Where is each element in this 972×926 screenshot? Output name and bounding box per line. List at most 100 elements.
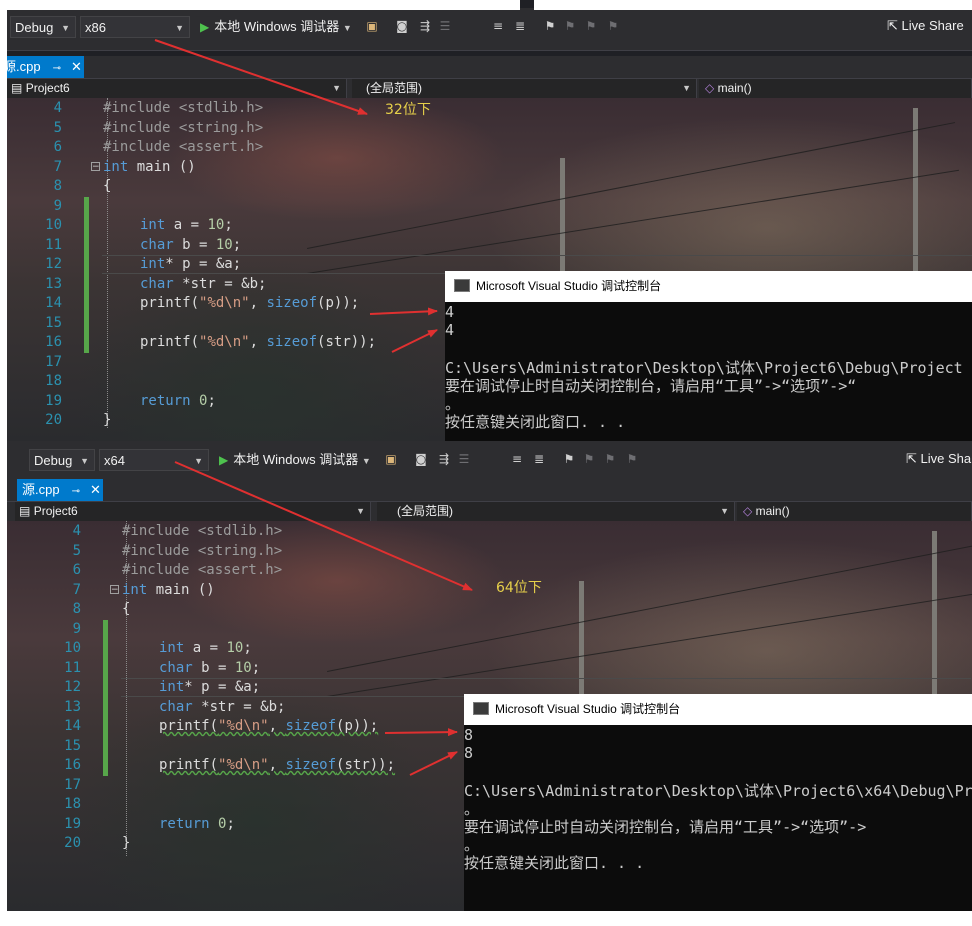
keyword: sizeof [285, 757, 337, 773]
line-number: 20 [64, 835, 81, 851]
tab-label: 源.cpp [22, 482, 60, 497]
config-select[interactable]: Debug ▼ [10, 16, 76, 38]
code-line: printf("%d\n", sizeof(str)); [140, 334, 376, 350]
step-icon[interactable]: ⇶ [437, 452, 451, 466]
step-icon[interactable]: ⇶ [418, 19, 432, 33]
console-line: 按任意键关闭此窗口. . . [445, 413, 626, 431]
line-number: 10 [45, 217, 62, 233]
line-number: 14 [64, 718, 81, 734]
bookmark-next-icon[interactable]: ⚑ [603, 452, 617, 466]
scope-dropdown[interactable]: (全局范围) ▼ [352, 79, 697, 98]
pin-icon[interactable]: ⊸ [53, 63, 61, 74]
toolbar: Debug ▼ x64 ▼ ▶ 本地 Windows 调试器 ▼ ▣ ◙ ⇶ ☰ ≡ … [7, 441, 972, 484]
code-line: } [122, 835, 131, 851]
screen-edge [7, 0, 520, 10]
indent-icon[interactable]: ☰ [438, 19, 452, 33]
config-value: Debug [15, 20, 54, 35]
code-text: (str)); [336, 757, 396, 773]
debug-console-window[interactable]: Microsoft Visual Studio 调试控制台 8 8 C:\Use… [464, 694, 972, 911]
line-number: 12 [64, 679, 81, 695]
bookmark-prev-icon[interactable]: ⚑ [582, 452, 596, 466]
code-text: ; [226, 816, 235, 832]
code-text: printf( [159, 757, 219, 773]
line-number: 15 [64, 738, 81, 754]
scope-dropdown[interactable]: (全局范围) ▼ [377, 502, 735, 521]
tab-source-file[interactable]: 源.cpp ⊸ ✕ [7, 56, 84, 78]
bookmark-icon[interactable]: ⚑ [543, 19, 557, 33]
code-line: return 0; [140, 393, 216, 409]
keyword: sizeof [266, 295, 318, 311]
platform-select[interactable]: x64 ▼ [99, 449, 209, 471]
code-line: #include <assert.h> [103, 139, 264, 155]
function-dropdown[interactable]: ◇ main() [737, 502, 972, 521]
project-dropdown[interactable]: ▤ Project6 ▼ [15, 502, 371, 521]
comment-icon[interactable]: ≡ [510, 452, 524, 466]
uncomment-icon[interactable]: ≣ [532, 452, 546, 466]
close-icon[interactable]: ✕ [71, 59, 82, 74]
camera-icon[interactable]: ◙ [395, 19, 409, 33]
start-debugging-button[interactable]: ▶ 本地 Windows 调试器 ▼ [219, 450, 371, 470]
annotation-label: 32位下 [385, 102, 431, 118]
close-icon[interactable]: ✕ [90, 482, 101, 497]
project-dropdown[interactable]: ▤ Project6 ▼ [7, 79, 347, 98]
string-literal: "%d\n" [199, 334, 250, 350]
folder-icon[interactable]: ▣ [365, 19, 379, 33]
line-number: 6 [72, 562, 81, 578]
line-number: 16 [64, 757, 81, 773]
bookmark-clear-icon[interactable]: ⚑ [606, 19, 620, 33]
console-titlebar[interactable]: Microsoft Visual Studio 调试控制台 [445, 271, 972, 302]
indent-icon[interactable]: ☰ [457, 452, 471, 466]
console-title: Microsoft Visual Studio 调试控制台 [495, 702, 681, 716]
bookmark-prev-icon[interactable]: ⚑ [563, 19, 577, 33]
uncomment-icon[interactable]: ≣ [513, 19, 527, 33]
chevron-down-icon: ▼ [361, 456, 371, 466]
code-text: *str = &b; [173, 276, 267, 292]
debug-console-window[interactable]: Microsoft Visual Studio 调试控制台 4 4 C:\Use… [445, 271, 972, 441]
camera-icon[interactable]: ◙ [414, 452, 428, 466]
bookmark-icon[interactable]: ⚑ [562, 452, 576, 466]
console-line: 要在调试停止时自动关闭控制台，请启用“工具”->“选项”->“ [445, 377, 857, 395]
live-share-button[interactable]: ⇱ Live Shar [906, 451, 972, 467]
chevron-down-icon: ▼ [61, 23, 70, 33]
collapse-icon[interactable]: − [110, 585, 119, 595]
tab-source-file[interactable]: 源.cpp ⊸ ✕ [17, 479, 103, 501]
keyword: int [159, 679, 185, 695]
folder-icon[interactable]: ▣ [384, 452, 398, 466]
line-number: 17 [45, 354, 62, 370]
line-number: 18 [64, 796, 81, 812]
console-titlebar[interactable]: Microsoft Visual Studio 调试控制台 [464, 694, 972, 725]
line-number: 16 [45, 334, 62, 350]
function-label: main() [717, 81, 752, 95]
code-line: char *str = &b; [140, 276, 266, 292]
change-indicator [103, 620, 108, 776]
code-line: } [103, 412, 112, 428]
comment-icon[interactable]: ≡ [491, 19, 505, 33]
config-select[interactable]: Debug ▼ [29, 449, 95, 471]
start-debugging-button[interactable]: ▶ 本地 Windows 调试器 ▼ [200, 17, 352, 37]
string-literal: "%d\n" [218, 757, 269, 773]
string-literal: "%d\n" [199, 295, 250, 311]
function-dropdown[interactable]: ◇ main() [699, 79, 972, 98]
platform-select[interactable]: x86 ▼ [80, 16, 190, 38]
toolbar: Debug ▼ x86 ▼ ▶ 本地 Windows 调试器 ▼ ▣ ◙ ⇶ ☰ ≡ … [7, 8, 972, 51]
share-icon: ⇱ [906, 451, 917, 466]
keyword: char [159, 660, 193, 676]
code-text: , [249, 295, 267, 311]
code-text: , [268, 718, 286, 734]
line-number: 8 [53, 178, 62, 194]
code-text: (str)); [317, 334, 377, 350]
code-editor[interactable]: − 4 5 6 7 8 9 10 11 12 13 14 15 16 17 18… [7, 98, 972, 441]
code-line: #include <string.h> [103, 120, 264, 136]
collapse-icon[interactable]: − [91, 162, 100, 172]
code-editor[interactable]: − 4 5 6 7 8 9 10 11 12 13 14 15 16 17 18… [7, 521, 972, 911]
code-line: char b = 10; [159, 660, 260, 676]
bookmark-clear-icon[interactable]: ⚑ [625, 452, 639, 466]
pin-icon[interactable]: ⊸ [72, 486, 80, 497]
platform-value: x64 [104, 453, 125, 468]
screen-edge [534, 0, 972, 10]
code-line: return 0; [159, 816, 235, 832]
live-share-button[interactable]: ⇱ Live Share [887, 18, 964, 34]
code-text: ; [232, 237, 242, 253]
bookmark-next-icon[interactable]: ⚑ [584, 19, 598, 33]
code-line: { [122, 601, 131, 617]
